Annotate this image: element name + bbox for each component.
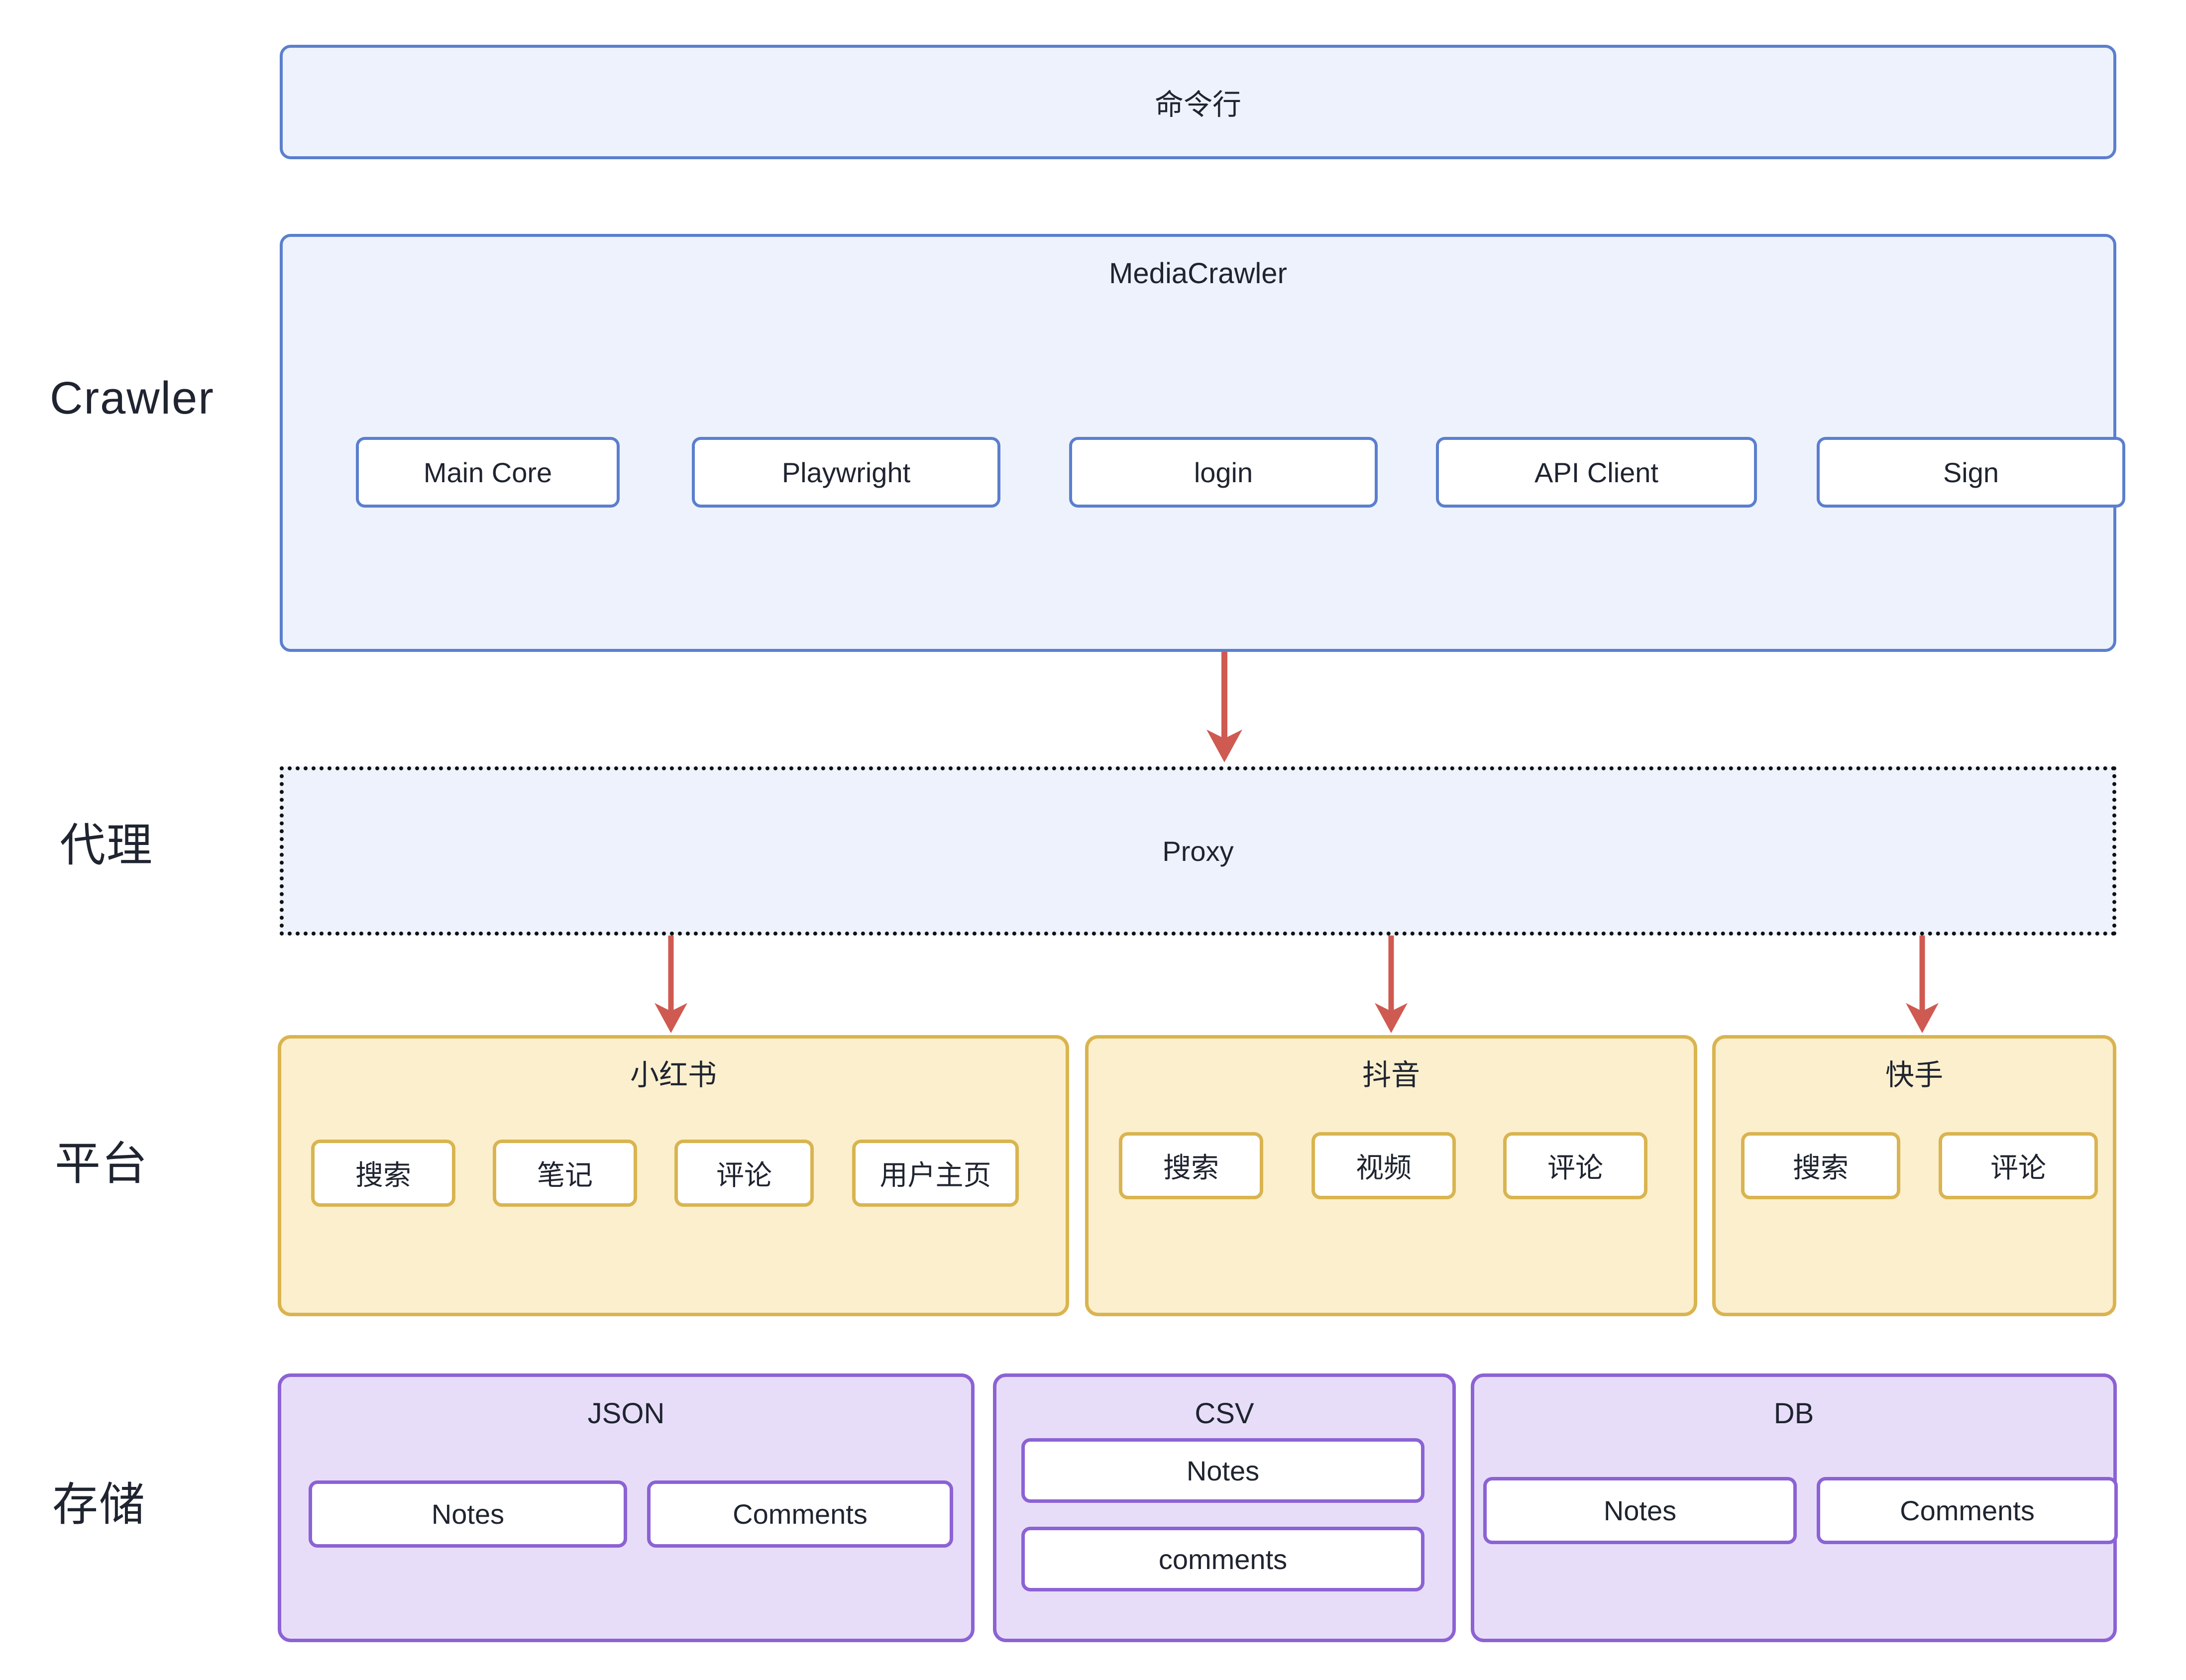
proxy-box[interactable]: Proxy — [280, 766, 2116, 936]
node-login-label: login — [1194, 456, 1253, 488]
platform-item-label: 视频 — [1356, 1152, 1412, 1183]
proxy-label: Proxy — [1162, 835, 1234, 867]
platform-item-xhs-userhome[interactable]: 用户主页 — [852, 1140, 1019, 1207]
row-label-storage-text: 存储 — [52, 1479, 146, 1530]
storage-title-db: DB — [1773, 1397, 1814, 1430]
platform-item-label: 笔记 — [537, 1159, 593, 1191]
platform-item-label: 搜索 — [355, 1159, 411, 1191]
storage-title-csv: CSV — [1195, 1397, 1254, 1430]
platform-item-ks-search[interactable]: 搜索 — [1741, 1132, 1900, 1199]
node-sign[interactable]: Sign — [1817, 437, 2125, 508]
storage-item-json-notes[interactable]: Notes — [309, 1480, 627, 1548]
platform-item-dy-comments[interactable]: 评论 — [1503, 1132, 1647, 1199]
diagram-canvas: 命令行 Crawler MediaCrawler Main Core Playw… — [0, 0, 2186, 1680]
node-login[interactable]: login — [1069, 437, 1378, 508]
storage-item-label: Notes — [1186, 1455, 1260, 1486]
row-label-proxy: 代理 — [60, 811, 269, 871]
storage-item-label: Notes — [431, 1498, 505, 1530]
storage-item-csv-notes[interactable]: Notes — [1021, 1438, 1424, 1503]
platform-title-xiaohongshu: 小红书 — [630, 1059, 717, 1091]
row-label-platform-text: 平台 — [55, 1138, 149, 1189]
storage-item-label: Comments — [733, 1498, 868, 1530]
mediacrawler-title: MediaCrawler — [1109, 257, 1287, 290]
platform-item-dy-video[interactable]: 视频 — [1312, 1132, 1456, 1199]
platform-title-douyin: 抖音 — [1362, 1059, 1420, 1091]
command-line-box[interactable]: 命令行 — [280, 45, 2116, 159]
platform-item-xhs-comments[interactable]: 评论 — [674, 1140, 814, 1207]
node-api-client[interactable]: API Client — [1436, 437, 1757, 508]
node-sign-label: Sign — [1943, 456, 1999, 488]
node-main-core-label: Main Core — [423, 456, 552, 488]
platform-item-label: 搜索 — [1793, 1152, 1849, 1183]
row-label-proxy-text: 代理 — [60, 820, 154, 871]
platform-item-ks-comments[interactable]: 评论 — [1939, 1132, 2098, 1199]
storage-item-label: Comments — [1900, 1495, 2035, 1526]
platform-item-xhs-search[interactable]: 搜索 — [311, 1140, 455, 1207]
platform-item-dy-search[interactable]: 搜索 — [1119, 1132, 1263, 1199]
storage-item-label: comments — [1158, 1543, 1288, 1575]
storage-group-csv: CSV — [993, 1373, 1456, 1642]
platform-item-label: 用户主页 — [879, 1159, 991, 1191]
platform-item-label: 评论 — [1547, 1152, 1603, 1183]
storage-item-label: Notes — [1603, 1495, 1677, 1526]
command-line-label: 命令行 — [1154, 89, 1241, 121]
platform-item-xhs-notes[interactable]: 笔记 — [493, 1140, 637, 1207]
storage-item-json-comments[interactable]: Comments — [647, 1480, 953, 1548]
platform-item-label: 评论 — [716, 1159, 772, 1191]
storage-item-db-comments[interactable]: Comments — [1817, 1477, 2118, 1544]
node-main-core[interactable]: Main Core — [356, 437, 620, 508]
platform-item-label: 评论 — [1990, 1152, 2046, 1183]
row-label-platform: 平台 — [55, 1130, 264, 1189]
platform-item-label: 搜索 — [1163, 1152, 1219, 1183]
row-label-storage: 存储 — [52, 1470, 261, 1530]
storage-item-db-notes[interactable]: Notes — [1483, 1477, 1797, 1544]
storage-title-json: JSON — [587, 1397, 665, 1430]
node-api-client-label: API Client — [1534, 456, 1658, 488]
node-playwright[interactable]: Playwright — [692, 437, 1000, 508]
row-label-crawler: Crawler — [50, 368, 259, 428]
row-label-crawler-text: Crawler — [50, 372, 215, 423]
storage-item-csv-comments[interactable]: comments — [1021, 1527, 1424, 1591]
node-playwright-label: Playwright — [781, 456, 911, 488]
platform-title-kuaishou: 快手 — [1885, 1059, 1943, 1091]
